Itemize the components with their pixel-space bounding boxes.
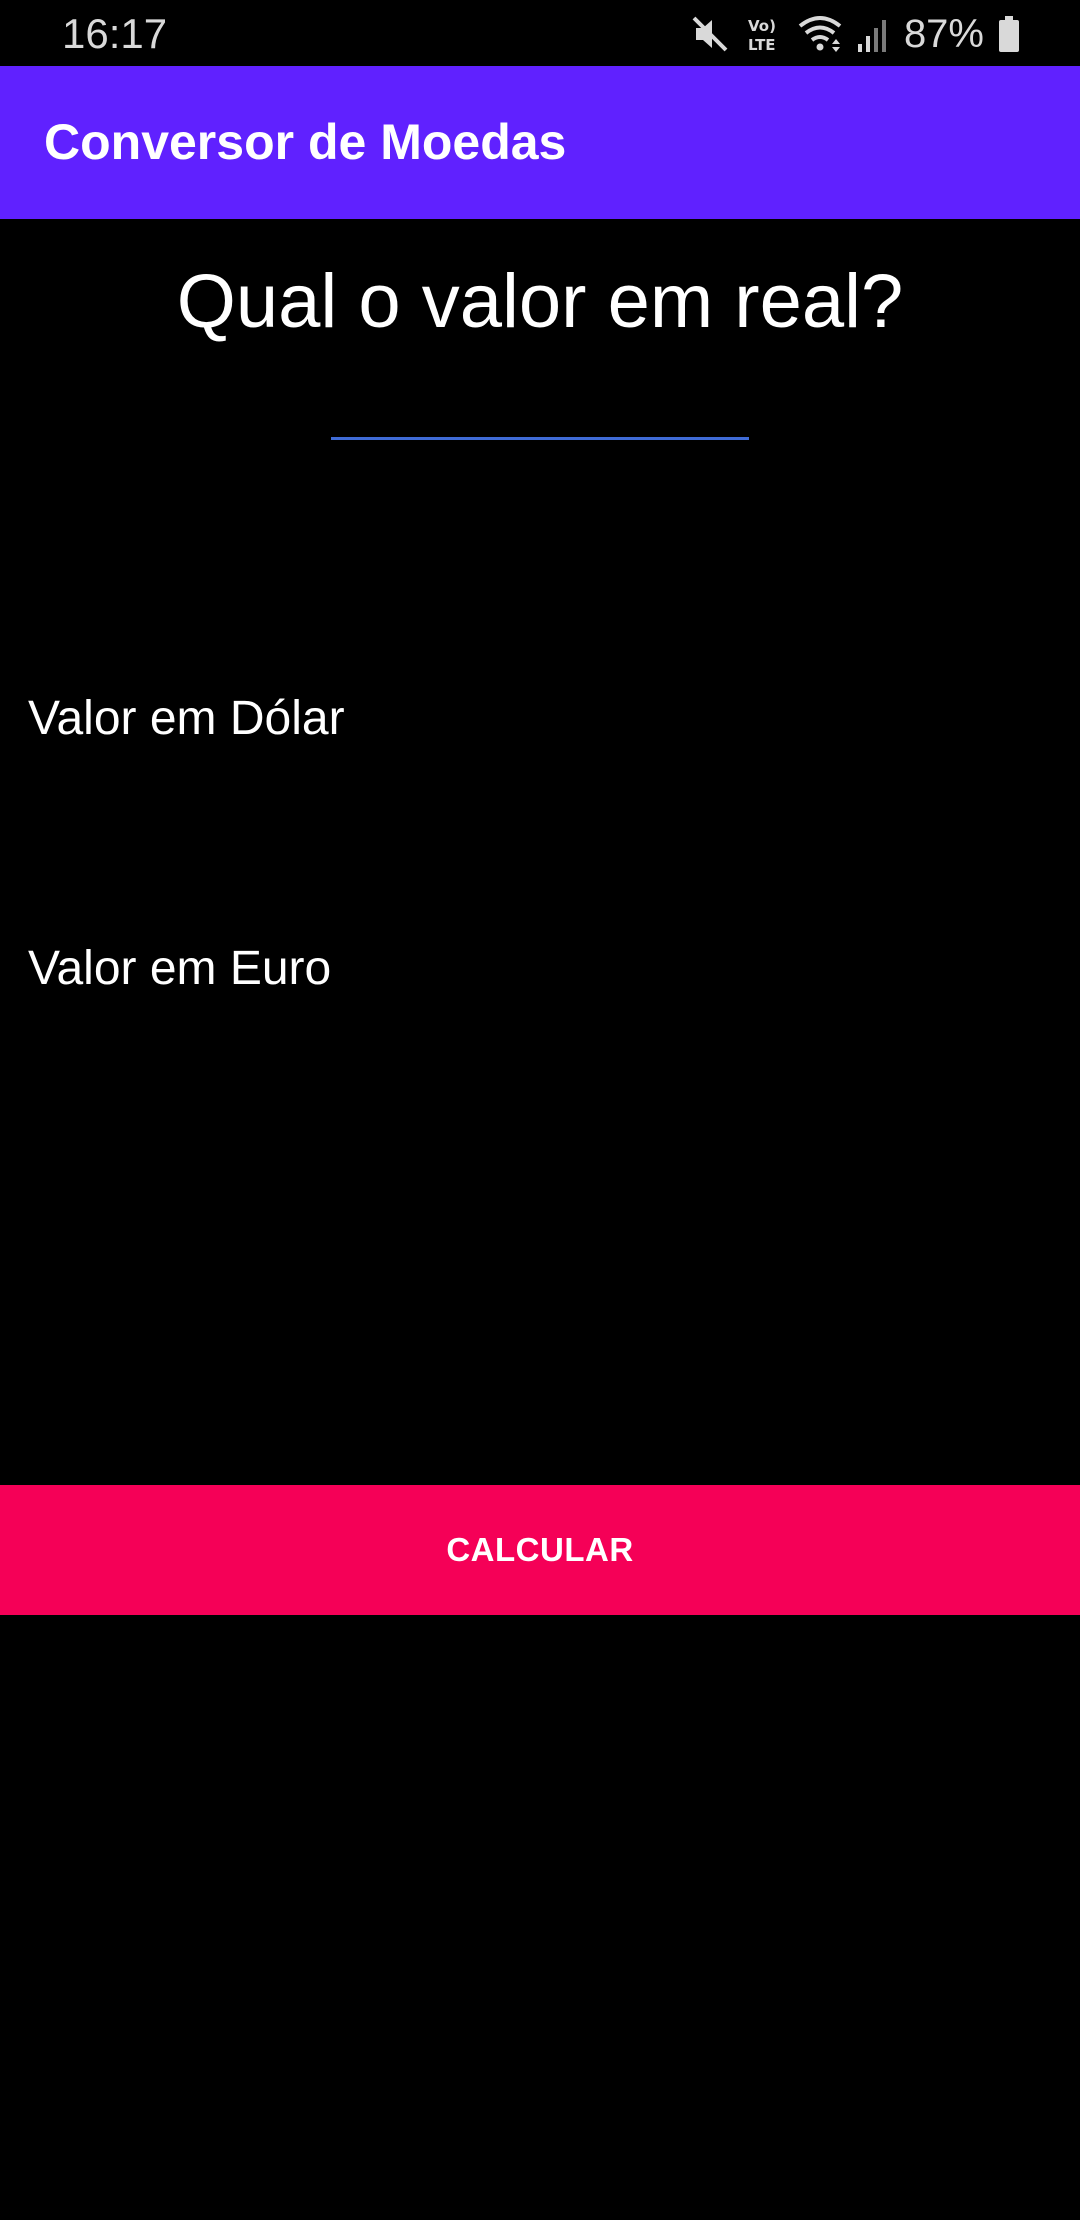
real-value-input[interactable] [331,370,749,440]
status-icons: Vo) LTE 87% [690,10,1020,58]
dollar-value-label: Valor em Dólar [28,692,345,745]
svg-text:Vo): Vo) [748,17,776,35]
status-bar: 16:17 Vo) LTE 87% [0,0,1080,66]
wifi-icon [798,14,842,54]
status-time: 16:17 [62,10,168,57]
app-screen: 16:17 Vo) LTE 87% Conversor de Moedas Qu… [0,0,1080,2220]
euro-value-label: Valor em Euro [28,942,332,995]
calculate-button[interactable]: CALCULAR [0,1485,1080,1615]
signal-icon [856,14,890,54]
svg-text:LTE: LTE [748,36,776,54]
mute-icon [690,14,730,54]
battery-icon [998,14,1020,54]
app-title: Conversor de Moedas [44,114,567,170]
battery-percent: 87% [903,12,984,56]
app-bar: Conversor de Moedas [0,66,1080,219]
question-heading: Qual o valor em real? [176,259,904,344]
volte-icon: Vo) LTE [744,14,784,54]
